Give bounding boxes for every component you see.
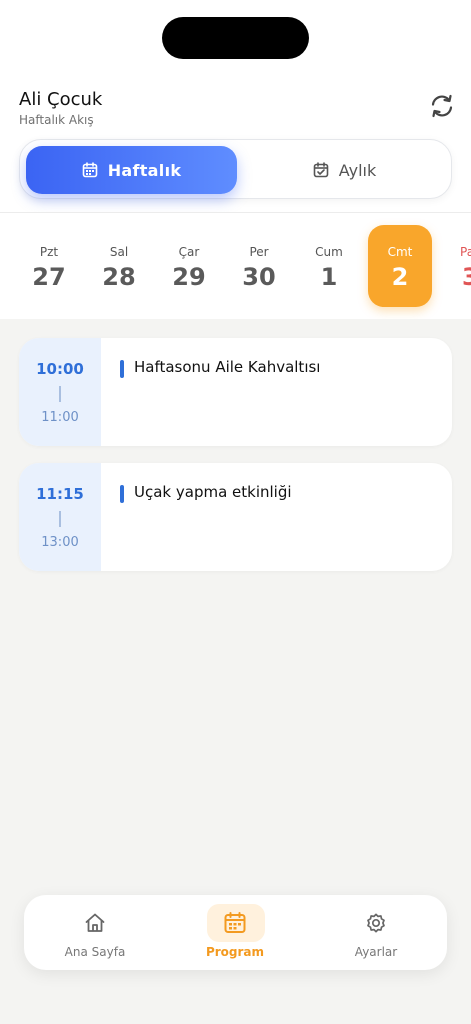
page-subtitle: Haftalık Akış <box>19 113 94 127</box>
nav-settings[interactable]: Ayarlar <box>321 905 431 965</box>
event-title: Haftasonu Aile Kahvaltısı <box>134 358 321 376</box>
event-end-time: 11:00 <box>41 410 79 425</box>
event-end-time: 13:00 <box>41 535 79 550</box>
day-date: 28 <box>102 263 136 291</box>
user-name: Ali Çocuk <box>19 89 103 110</box>
day-name: Pzt <box>39 245 59 259</box>
calendar-week-icon <box>82 162 98 178</box>
event-start-time: 10:00 <box>36 360 84 378</box>
calendar-icon <box>223 911 247 935</box>
time-separator <box>59 386 61 402</box>
day-date: 29 <box>172 263 206 291</box>
nav-home-label: Ana Sayfa <box>64 945 126 959</box>
day-name: Cmt <box>387 245 413 259</box>
day-wed[interactable]: Çar 29 <box>157 225 221 307</box>
day-name: Çar <box>178 245 200 259</box>
day-date: 1 <box>320 263 338 291</box>
refresh-icon[interactable] <box>428 92 456 120</box>
event-card[interactable]: 11:15 13:00 Uçak yapma etkinliği <box>19 463 452 571</box>
monthly-tab[interactable]: Aylık <box>242 146 447 194</box>
time-separator <box>59 511 61 527</box>
day-name: Cum <box>315 245 343 259</box>
day-thu[interactable]: Per 30 <box>227 225 291 307</box>
nav-settings-label: Ayarlar <box>354 945 398 959</box>
weekly-tab-label: Haftalık <box>107 160 182 180</box>
day-sat-selected[interactable]: Cmt 2 <box>368 225 432 307</box>
bottom-nav: Ana Sayfa Program Ayarlar <box>24 895 447 970</box>
gear-icon <box>364 911 388 935</box>
nav-program[interactable]: Program <box>180 904 290 965</box>
day-date: 27 <box>32 263 66 291</box>
day-date: 2 <box>391 263 409 291</box>
event-start-time: 11:15 <box>36 485 84 503</box>
day-fri[interactable]: Cum 1 <box>297 225 361 307</box>
event-accent-bar <box>120 360 124 378</box>
nav-home[interactable]: Ana Sayfa <box>40 905 150 965</box>
weekly-tab[interactable]: Haftalık <box>26 146 237 194</box>
calendar-check-icon <box>313 162 329 178</box>
day-date: 30 <box>242 263 276 291</box>
day-name: Pa <box>460 245 471 259</box>
monthly-tab-label: Aylık <box>338 160 377 180</box>
home-icon <box>83 911 107 935</box>
day-name: Sal <box>109 245 129 259</box>
event-time-block: 11:15 13:00 <box>19 463 101 571</box>
nav-program-label: Program <box>205 945 265 959</box>
dynamic-island <box>162 17 309 59</box>
view-toggle: Haftalık Aylık <box>19 139 452 199</box>
header-area: Ali Çocuk Haftalık Akış Haftalık Aylık <box>0 0 471 212</box>
event-time-block: 10:00 11:00 <box>19 338 101 446</box>
day-sun[interactable]: Pa 3 <box>438 225 471 307</box>
day-date: 3 <box>462 263 471 291</box>
day-tue[interactable]: Sal 28 <box>87 225 151 307</box>
event-title: Uçak yapma etkinliği <box>134 483 292 501</box>
day-mon[interactable]: Pzt 27 <box>17 225 81 307</box>
day-name: Per <box>249 245 269 259</box>
event-card[interactable]: 10:00 11:00 Haftasonu Aile Kahvaltısı <box>19 338 452 446</box>
day-strip: Pzt 27 Sal 28 Çar 29 Per 30 Cum 1 Cmt 2 … <box>0 213 471 319</box>
event-accent-bar <box>120 485 124 503</box>
